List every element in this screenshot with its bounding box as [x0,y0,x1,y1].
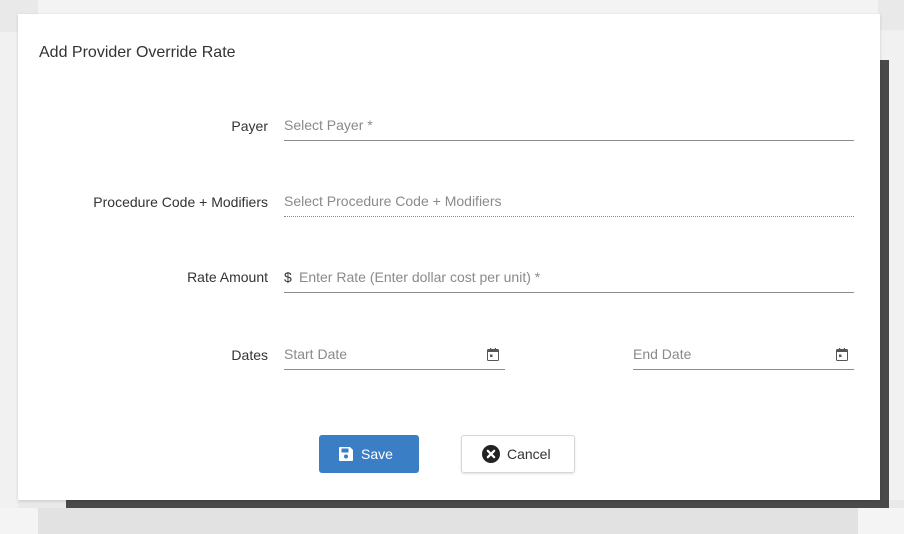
backdrop-top [38,0,878,14]
rate-amount-input[interactable]: $ Enter Rate (Enter dollar cost per unit… [284,266,854,293]
backdrop-bottom-right [858,508,904,534]
dollar-prefix: $ [284,269,292,285]
end-date-placeholder: End Date [633,346,692,362]
start-date-input[interactable]: Start Date [284,343,505,370]
backdrop-bottom-left [0,508,38,534]
dialog-title: Add Provider Override Rate [39,44,236,61]
save-button[interactable]: Save [319,435,419,473]
payer-placeholder: Select Payer * [284,117,373,133]
procedure-label: Procedure Code + Modifiers [93,194,268,210]
procedure-code-select[interactable]: Select Procedure Code + Modifiers [284,190,854,217]
floppy-disk-icon [339,447,353,461]
backdrop-shadow-bottom [66,500,889,508]
start-date-placeholder: Start Date [284,346,348,362]
dates-label: Dates [231,347,268,363]
end-date-input[interactable]: End Date [633,343,854,370]
save-label: Save [361,446,393,462]
cancel-button[interactable]: Cancel [461,435,575,473]
backdrop-left [0,32,18,534]
backdrop-shadow-right [880,60,889,500]
procedure-placeholder: Select Procedure Code + Modifiers [284,193,502,209]
rate-amount-label: Rate Amount [187,269,268,285]
backdrop-bottom [38,508,858,534]
close-circle-icon [482,445,500,463]
calendar-icon[interactable] [836,348,848,361]
payer-select[interactable]: Select Payer * [284,114,854,141]
cancel-label: Cancel [507,446,551,462]
calendar-icon[interactable] [487,348,499,361]
payer-label: Payer [231,118,268,134]
rate-placeholder: Enter Rate (Enter dollar cost per unit) … [299,269,541,285]
add-provider-override-rate-dialog: Add Provider Override Rate Payer Select … [18,14,880,500]
